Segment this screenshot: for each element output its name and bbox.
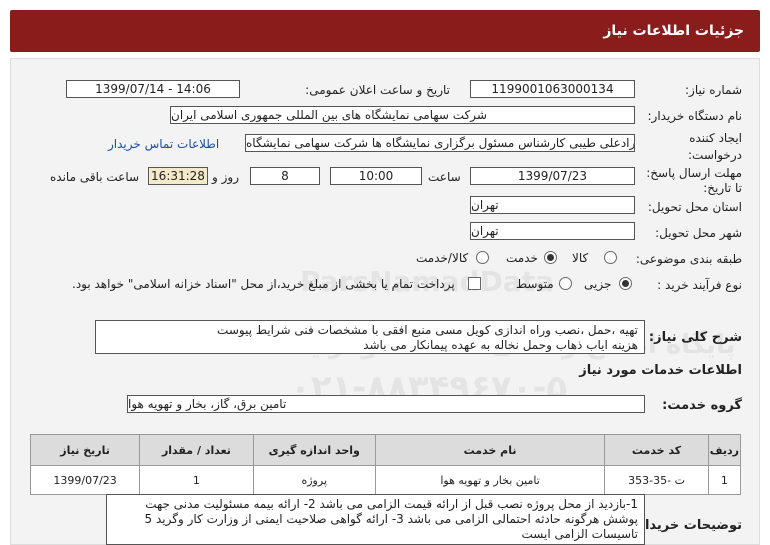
buyer-notes-box: 1-بازدید از محل پروژه نصب قبل از ارائه ق… bbox=[106, 494, 645, 545]
category-option-goods-label: کالا bbox=[572, 251, 589, 265]
col-header-unit: واحد اندازه گیری bbox=[252, 434, 376, 466]
description-label: شرح کلی نیاز: bbox=[648, 330, 742, 345]
buyer-notes-line-1: 1-بازدید از محل پروژه نصب قبل از ارائه ق… bbox=[145, 497, 638, 511]
process-option-medium-label: متوسط bbox=[516, 277, 554, 291]
deadline-days-field: 8 bbox=[250, 167, 320, 185]
buyer-label: نام دستگاه خریدار: bbox=[647, 109, 743, 123]
remaining-time-field: 16:31:28 bbox=[148, 167, 208, 185]
radio-icon bbox=[559, 277, 572, 290]
process-label: نوع فرآیند خرید : bbox=[657, 278, 742, 292]
need-number-label: شماره نیاز: bbox=[685, 83, 742, 97]
creator-field: مرادعلی طیبی کارشناس مسئول برگزاری نمایش… bbox=[245, 134, 635, 152]
col-header-row-number: ردیف bbox=[707, 434, 742, 466]
category-option-both-label: کالا/خدمت bbox=[416, 251, 469, 265]
cell-quantity: 1 bbox=[139, 465, 254, 495]
category-option-service[interactable] bbox=[544, 251, 557, 267]
services-section-title: اطلاعات خدمات مورد نیاز bbox=[579, 363, 742, 378]
radio-selected-icon bbox=[619, 277, 632, 290]
buyer-notes-line-2: پوشش هرگونه حادثه احتمالی الزامی می باشد… bbox=[144, 512, 638, 526]
service-group-field: تامین برق، گاز، بخار و تهویه هوا bbox=[127, 395, 645, 413]
city-field: تهران bbox=[470, 222, 635, 240]
col-header-service-code: کد خدمت bbox=[604, 434, 709, 466]
page-header: جزئیات اطلاعات نیاز bbox=[10, 10, 760, 52]
treasury-payment-checkbox[interactable] bbox=[468, 277, 481, 290]
category-option-goods[interactable] bbox=[604, 251, 617, 267]
services-table: ردیف کد خدمت نام خدمت واحد اندازه گیری ت… bbox=[29, 434, 742, 495]
radio-icon bbox=[476, 251, 489, 264]
table-row: 1 ت -35-353 تامین بخار و تهویه هوا پروژه… bbox=[29, 465, 742, 495]
deadline-label-line1: مهلت ارسال پاسخ: bbox=[646, 166, 742, 180]
city-label: شهر محل تحویل: bbox=[655, 226, 742, 240]
category-option-both[interactable] bbox=[476, 251, 489, 267]
cell-service-name: تامین بخار و تهویه هوا bbox=[374, 465, 606, 495]
buyer-notes-label: توضیحات خریدار: bbox=[632, 518, 742, 533]
province-label: استان محل تحویل: bbox=[647, 200, 742, 214]
buyer-contact-link[interactable]: اطلاعات تماس خریدار bbox=[108, 137, 219, 151]
col-header-service-name: نام خدمت bbox=[374, 434, 606, 466]
description-line-2: هزینه ایاب ذهاب وحمل نخاله به عهده پیمان… bbox=[363, 338, 638, 352]
announce-field: 1399/07/14 - 14:06 bbox=[66, 80, 240, 98]
announce-label: تاریخ و ساعت اعلان عمومی: bbox=[305, 83, 450, 97]
category-option-service-label: خدمت bbox=[506, 251, 538, 265]
deadline-date-field: 1399/07/23 bbox=[470, 167, 635, 185]
deadline-days-label: روز و bbox=[212, 170, 239, 184]
radio-selected-icon bbox=[544, 251, 557, 264]
cell-service-code: ت -35-353 bbox=[604, 465, 709, 495]
cell-unit: پروژه bbox=[252, 465, 376, 495]
need-number-field: 1199001063000134 bbox=[470, 80, 635, 98]
page-title: جزئیات اطلاعات نیاز bbox=[603, 23, 744, 39]
process-option-minor-label: جزیی bbox=[584, 277, 612, 291]
creator-label-line1: ایجاد کننده bbox=[689, 131, 742, 145]
service-group-label: گروه خدمت: bbox=[662, 398, 742, 413]
radio-icon bbox=[604, 251, 617, 264]
cell-need-date: 1399/07/23 bbox=[29, 465, 141, 495]
deadline-label-line2: تا تاریخ: bbox=[703, 181, 742, 195]
deadline-time-label: ساعت bbox=[428, 170, 461, 184]
category-label: طبقه بندی موضوعی: bbox=[635, 252, 742, 266]
remaining-time-label: ساعت باقی مانده bbox=[50, 170, 140, 184]
process-option-medium[interactable] bbox=[559, 277, 572, 293]
process-option-minor[interactable] bbox=[619, 277, 632, 293]
col-header-need-date: تاریخ نیاز bbox=[29, 434, 141, 466]
treasury-payment-text: پرداخت تمام یا بخشی از مبلغ خرید،از محل … bbox=[72, 277, 455, 291]
buyer-notes-line-3: تاسیسات الزامی ایست bbox=[521, 527, 639, 541]
creator-label-line2: درخواست: bbox=[688, 148, 742, 162]
description-line-1: تهیه ،حمل ،نصب وراه اندازی کویل مسی منبع… bbox=[217, 323, 638, 337]
col-header-quantity: تعداد / مقدار bbox=[139, 434, 254, 466]
deadline-time-field: 10:00 bbox=[330, 167, 422, 185]
table-header-row: ردیف کد خدمت نام خدمت واحد اندازه گیری ت… bbox=[29, 434, 742, 466]
description-box: تهیه ،حمل ،نصب وراه اندازی کویل مسی منبع… bbox=[95, 320, 645, 354]
province-field: تهران bbox=[470, 196, 635, 214]
cell-row-number: 1 bbox=[707, 465, 742, 495]
buyer-field: شرکت سهامی نمایشگاه های بین المللی جمهور… bbox=[170, 106, 635, 124]
